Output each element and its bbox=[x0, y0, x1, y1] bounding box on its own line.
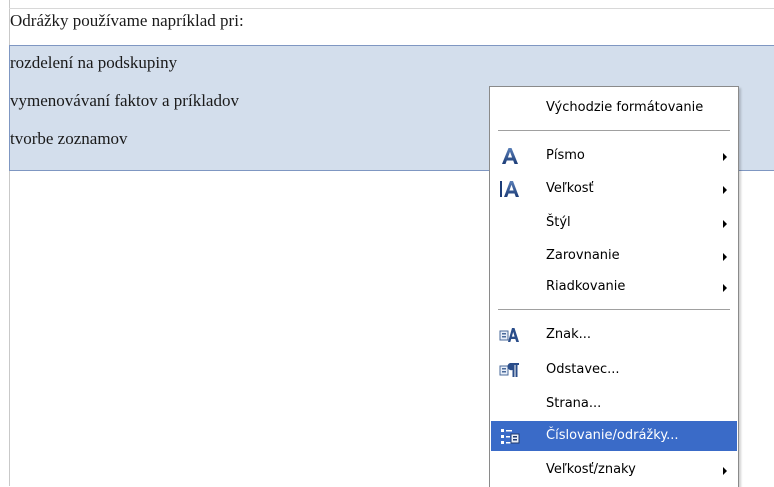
menu-item-paragraph[interactable]: Odstavec... bbox=[491, 355, 737, 385]
menu-item-font[interactable]: Písmo bbox=[491, 141, 737, 171]
menu-item-label: Strana... bbox=[546, 396, 602, 411]
menu-item-size[interactable]: Veľkosť bbox=[491, 174, 737, 204]
menu-item-label: Východzie formátovanie bbox=[546, 100, 704, 115]
font-icon bbox=[499, 145, 521, 167]
submenu-arrow-icon bbox=[723, 284, 727, 292]
submenu-arrow-icon bbox=[723, 253, 727, 261]
submenu-arrow-icon bbox=[723, 220, 727, 228]
paragraph-list-item[interactable]: rozdelení na podskupiny bbox=[10, 48, 177, 78]
menu-item-page[interactable]: Strana... bbox=[491, 389, 737, 419]
submenu-arrow-icon bbox=[723, 153, 727, 161]
paragraph-list-item[interactable]: vymenovávaní faktov a príkladov bbox=[10, 86, 239, 116]
submenu-arrow-icon bbox=[723, 467, 727, 475]
menu-item-size-characters[interactable]: Veľkosť/znaky bbox=[491, 455, 737, 485]
character-dialog-icon bbox=[499, 324, 521, 346]
menu-item-label: Písmo bbox=[546, 148, 585, 163]
menu-separator bbox=[498, 309, 730, 310]
menu-item-label: Odstavec... bbox=[546, 362, 620, 377]
menu-item-label: Štýl bbox=[546, 215, 571, 230]
menu-item-character[interactable]: Znak... bbox=[491, 320, 737, 350]
menu-item-label: Zarovnanie bbox=[546, 248, 620, 263]
context-menu: Východzie formátovanie Písmo Veľkosť Štý… bbox=[489, 86, 739, 487]
menu-separator bbox=[498, 130, 730, 131]
menu-item-label: Veľkosť/znaky bbox=[546, 462, 636, 477]
font-size-icon bbox=[499, 178, 521, 200]
menu-item-line-spacing[interactable]: Riadkovanie bbox=[491, 272, 737, 302]
paragraph-intro[interactable]: Odrážky používame napríklad pri: bbox=[10, 8, 244, 38]
paragraph-dialog-icon bbox=[499, 359, 521, 381]
menu-item-numbering-bullets[interactable]: Číslovanie/odrážky... bbox=[491, 421, 737, 451]
menu-item-alignment[interactable]: Zarovnanie bbox=[491, 241, 737, 271]
menu-item-label: Znak... bbox=[546, 327, 592, 342]
submenu-arrow-icon bbox=[723, 186, 727, 194]
menu-item-label: Číslovanie/odrážky... bbox=[546, 428, 679, 443]
menu-item-label: Riadkovanie bbox=[546, 279, 626, 294]
menu-item-label: Veľkosť bbox=[546, 181, 594, 196]
numbering-bullets-icon bbox=[499, 425, 521, 447]
paragraph-list-item[interactable]: tvorbe zoznamov bbox=[10, 124, 128, 154]
menu-item-style[interactable]: Štýl bbox=[491, 208, 737, 238]
menu-item-default-formatting[interactable]: Východzie formátovanie bbox=[491, 93, 737, 123]
